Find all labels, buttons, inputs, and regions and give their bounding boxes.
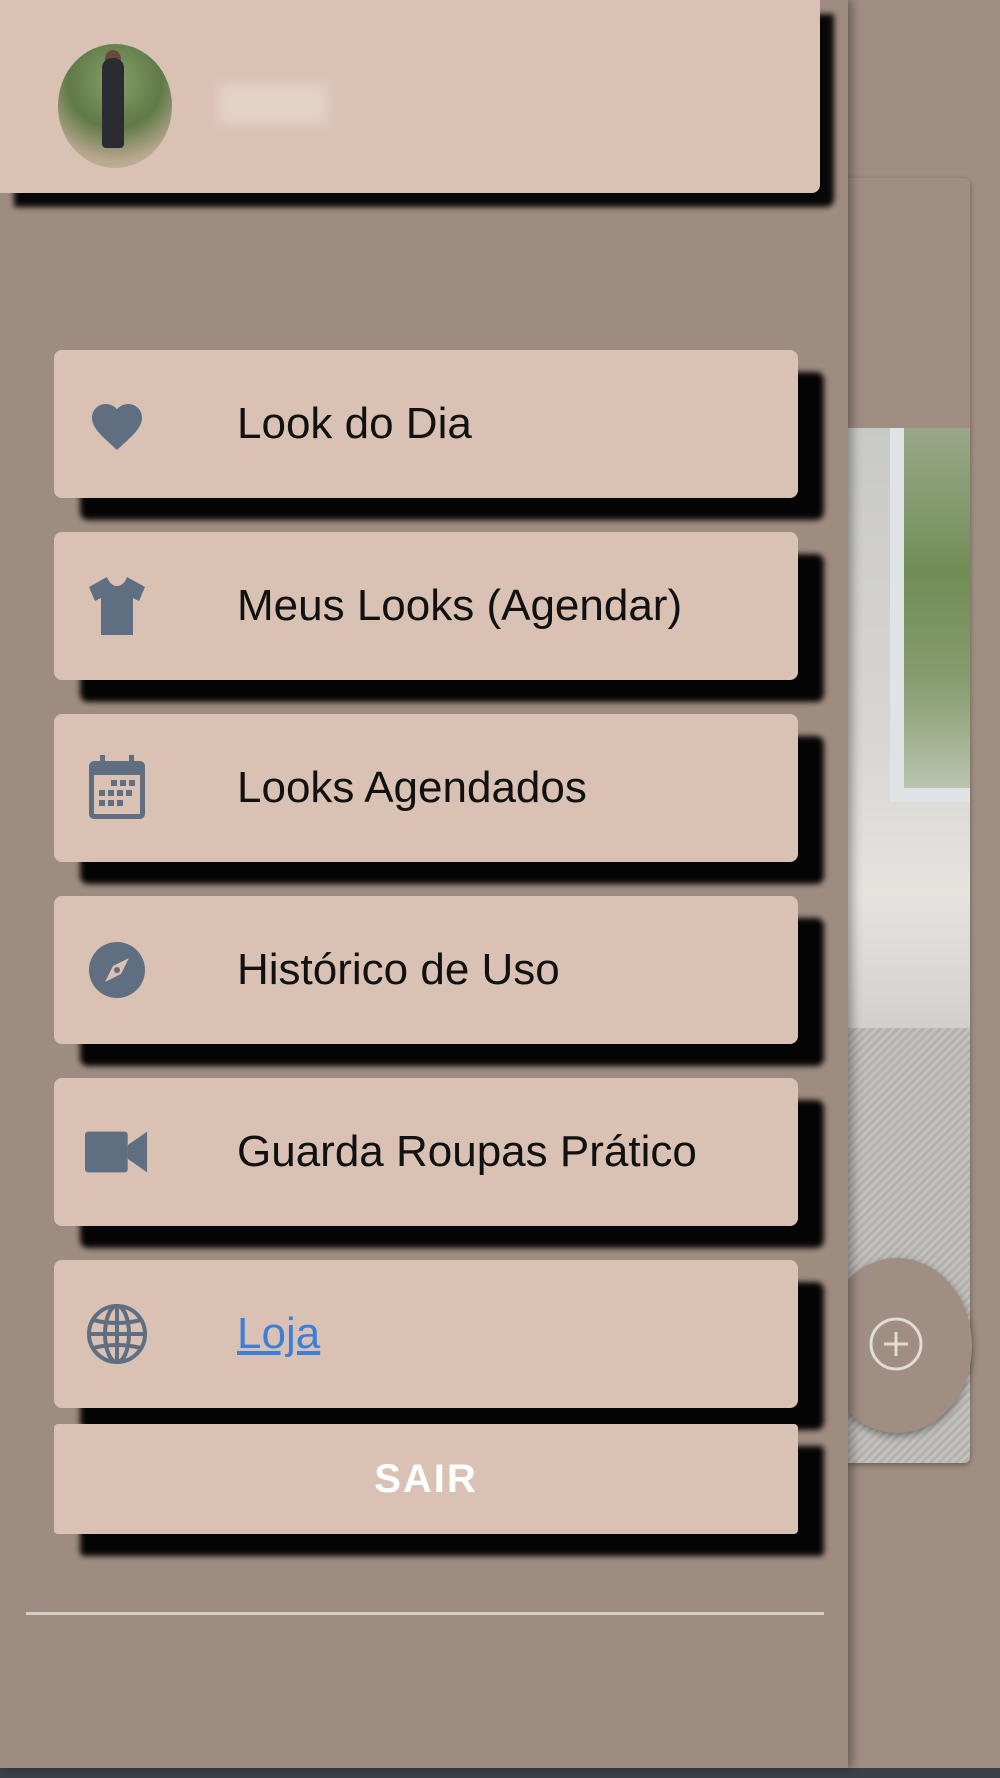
menu-item-guarda-roupas-pratico[interactable]: Guarda Roupas Prático [54,1078,798,1226]
menu-item-label: Look do Dia [237,399,472,448]
menu-item-label: Looks Agendados [237,763,587,812]
menu-item-label: Meus Looks (Agendar) [237,581,683,630]
drawer-divider [26,1612,824,1615]
compass-icon [85,938,149,1002]
navigation-drawer: Look do Dia Meus Looks (Agendar) Looks A… [0,0,848,1768]
video-camera-icon [85,1120,149,1184]
menu-item-meus-looks[interactable]: Meus Looks (Agendar) [54,532,798,680]
shop-link[interactable]: Loja [237,1260,320,1408]
menu-item-historico-de-uso[interactable]: Histórico de Uso [54,896,798,1044]
menu-item-label: Guarda Roupas Prático [237,1127,697,1176]
menu-item-loja[interactable]: Loja [54,1260,798,1408]
globe-icon [85,1302,149,1366]
calendar-icon [85,755,149,820]
background-window-image [890,428,970,802]
menu-item-looks-agendados[interactable]: Looks Agendados [54,714,798,862]
logout-button[interactable]: SAIR [54,1424,798,1534]
system-nav-bar [0,1768,1000,1778]
drawer-header [0,0,820,193]
add-circle-icon[interactable] [868,1316,924,1372]
avatar[interactable] [58,44,172,168]
heart-icon [85,392,149,456]
username-redacted [218,84,328,124]
tshirt-icon [85,574,149,638]
avatar-person-body [102,58,124,148]
menu-item-look-do-dia[interactable]: Look do Dia [54,350,798,498]
menu-item-label: Histórico de Uso [237,945,560,994]
